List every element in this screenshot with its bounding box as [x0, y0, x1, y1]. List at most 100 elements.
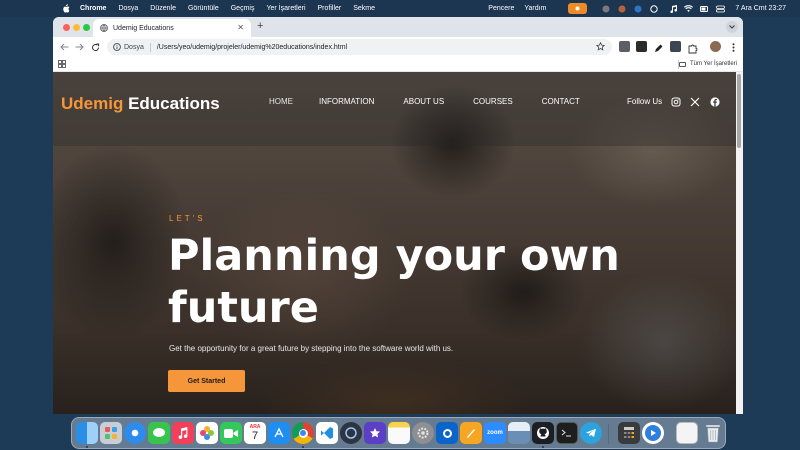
- puzzle-extensions-icon[interactable]: [687, 41, 698, 54]
- nav-contact[interactable]: CONTACT: [542, 97, 580, 106]
- music-note-icon[interactable]: [668, 4, 677, 13]
- browser-tab[interactable]: Udemig Educations ✕: [93, 19, 251, 37]
- facebook-icon[interactable]: [709, 96, 720, 107]
- get-started-button[interactable]: Get Started: [168, 370, 245, 392]
- app-store-icon[interactable]: [268, 422, 290, 444]
- preview-icon[interactable]: [508, 422, 530, 444]
- zoom-label: zoom: [487, 430, 503, 436]
- address-separator: [149, 42, 151, 52]
- hero-kicker: LET'S: [169, 214, 206, 223]
- pages-icon[interactable]: [460, 422, 482, 444]
- info-icon: [113, 43, 121, 51]
- profile-avatar[interactable]: [710, 41, 721, 52]
- menu-history[interactable]: Geçmiş: [231, 5, 255, 12]
- trash-icon[interactable]: [702, 422, 724, 444]
- hero-title: Planning your own future: [168, 231, 620, 333]
- browser-window: Udemig Educations ✕ + Dosya /Users/yeo/u…: [53, 17, 743, 414]
- extension-icon[interactable]: [670, 41, 681, 52]
- wifi-icon[interactable]: [684, 4, 694, 13]
- site-label: Dosya: [124, 43, 144, 51]
- status-app-icon[interactable]: [633, 4, 642, 13]
- battery-icon[interactable]: [700, 4, 709, 13]
- system-settings-icon[interactable]: [412, 422, 434, 444]
- kebab-menu-icon[interactable]: [727, 41, 739, 53]
- control-center-icon[interactable]: [716, 4, 726, 13]
- scrollbar-thumb[interactable]: [737, 74, 741, 148]
- tab-search-icon[interactable]: [726, 21, 738, 33]
- forward-arrow-icon[interactable]: [73, 41, 85, 53]
- bookmarks-bar: Tüm Yer İşaretleri: [53, 57, 743, 72]
- nav-home[interactable]: HOME: [269, 97, 293, 106]
- notes-icon[interactable]: [388, 422, 410, 444]
- zoom-window-button[interactable]: [83, 24, 90, 31]
- menu-tab[interactable]: Sekme: [353, 5, 375, 12]
- site-info-chip[interactable]: Dosya: [113, 43, 144, 51]
- menu-view[interactable]: Görüntüle: [188, 5, 219, 12]
- reload-icon[interactable]: [89, 41, 101, 53]
- close-tab-icon[interactable]: ✕: [237, 23, 244, 32]
- calendar-icon[interactable]: ARA 7: [244, 422, 266, 444]
- new-tab-button[interactable]: +: [257, 20, 263, 32]
- all-bookmarks-button[interactable]: Tüm Yer İşaretleri: [678, 61, 737, 67]
- menu-edit[interactable]: Düzenle: [150, 5, 176, 12]
- extension-icon[interactable]: [619, 41, 630, 52]
- extension-icon[interactable]: [636, 41, 647, 52]
- vscode-icon[interactable]: [316, 422, 338, 444]
- menu-window[interactable]: Pencere: [488, 5, 514, 12]
- status-app-icon[interactable]: [649, 4, 658, 13]
- telegram-icon[interactable]: [580, 422, 602, 444]
- apple-icon[interactable]: [62, 4, 70, 13]
- nav-courses[interactable]: COURSES: [473, 97, 513, 106]
- pen-extension-icon[interactable]: [653, 41, 664, 52]
- minimize-window-button[interactable]: [73, 24, 80, 31]
- music-icon[interactable]: [172, 422, 194, 444]
- proxyman-icon[interactable]: [340, 422, 362, 444]
- outlook-icon[interactable]: [436, 422, 458, 444]
- menu-bookmarks[interactable]: Yer İşaretleri: [266, 5, 305, 12]
- zoom-icon[interactable]: zoom: [484, 422, 506, 444]
- menu-profiles[interactable]: Profiller: [318, 5, 342, 12]
- photos-icon[interactable]: [196, 422, 218, 444]
- status-app-icon[interactable]: [617, 4, 626, 13]
- messages-icon[interactable]: [148, 422, 170, 444]
- terminal-icon[interactable]: [556, 422, 578, 444]
- facetime-icon[interactable]: [220, 422, 242, 444]
- follow-us-label: Follow Us: [627, 97, 663, 106]
- site-logo[interactable]: Udemig Educations: [61, 94, 220, 114]
- site-header: Udemig Educations HOME INFORMATION ABOUT…: [53, 72, 736, 146]
- folder-icon: [678, 61, 686, 67]
- close-window-button[interactable]: [63, 24, 70, 31]
- url-text[interactable]: /Users/yeo/udemig/projeler/udemig%20educ…: [157, 44, 347, 51]
- status-app-icon[interactable]: [601, 4, 610, 13]
- menu-app-name[interactable]: Chrome: [80, 5, 106, 12]
- menu-help[interactable]: Yardım: [524, 5, 546, 12]
- page-viewport: Udemig Educations HOME INFORMATION ABOUT…: [53, 72, 736, 414]
- page-scrollbar[interactable]: [736, 72, 743, 414]
- address-bar[interactable]: Dosya /Users/yeo/udemig/projeler/udemig%…: [107, 39, 612, 55]
- menu-bar: Chrome Dosya Düzenle Görüntüle Geçmiş Ye…: [0, 0, 800, 17]
- hero-subtitle: Get the opportunity for a great future b…: [169, 344, 454, 353]
- menu-file[interactable]: Dosya: [118, 5, 138, 12]
- recording-icon[interactable]: [568, 3, 588, 14]
- running-indicator: [86, 446, 88, 448]
- github-desktop-icon[interactable]: [532, 422, 554, 444]
- chrome-icon[interactable]: [292, 422, 314, 444]
- nav-information[interactable]: INFORMATION: [319, 97, 374, 106]
- imovie-icon[interactable]: [364, 422, 386, 444]
- quicktime-icon[interactable]: [642, 422, 664, 444]
- safari-icon[interactable]: [124, 422, 146, 444]
- back-arrow-icon[interactable]: [58, 41, 70, 53]
- logo-brand: Udemig: [61, 94, 124, 113]
- screenshot-thumbnail[interactable]: [676, 422, 698, 444]
- calendar-day: 7: [251, 430, 259, 442]
- calculator-icon[interactable]: [618, 422, 640, 444]
- x-twitter-icon[interactable]: [689, 96, 700, 107]
- main-nav: HOME INFORMATION ABOUT US COURSES CONTAC…: [269, 97, 580, 106]
- bookmark-star-icon[interactable]: [595, 41, 606, 53]
- instagram-icon[interactable]: [670, 96, 681, 107]
- menu-datetime[interactable]: 7 Ara Cmt 23:27: [735, 5, 786, 12]
- nav-about-us[interactable]: ABOUT US: [403, 97, 444, 106]
- finder-icon[interactable]: [76, 422, 98, 444]
- apps-grid-icon[interactable]: [58, 60, 66, 70]
- launchpad-icon[interactable]: [100, 422, 122, 444]
